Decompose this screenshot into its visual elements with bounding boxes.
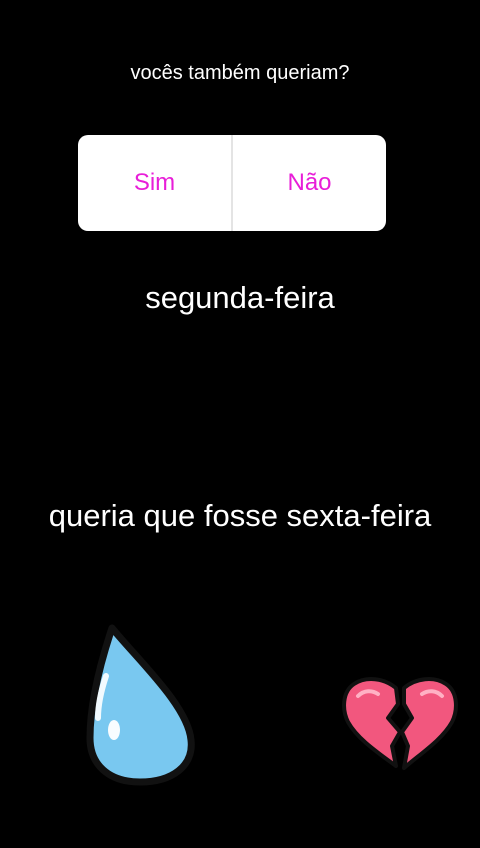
poll-option-nao[interactable]: Não: [233, 135, 386, 231]
story-text-line-1: segunda-feira: [145, 280, 335, 315]
poll-sticker: Sim Não: [78, 135, 386, 231]
story-text-line-2: queria que fosse sexta-feira: [48, 498, 432, 533]
broken-heart-icon: [342, 677, 458, 770]
water-drop-icon: [86, 624, 195, 786]
poll-question: vocês também queriam?: [130, 62, 350, 84]
poll-option-sim[interactable]: Sim: [78, 135, 231, 231]
